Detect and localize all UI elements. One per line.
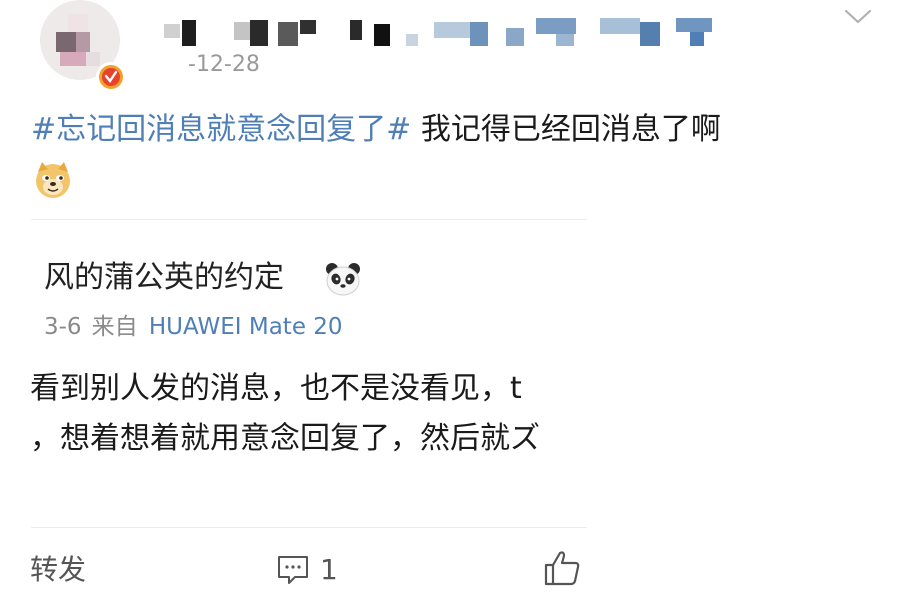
post-time: -12-28	[188, 52, 260, 77]
verified-badge-icon	[96, 62, 126, 92]
reply-content: 看到别人发的消息，也不是没看见，t ，想着想着就用意念回复了，然后就ズ	[30, 364, 587, 464]
weibo-post-screen: -12-28 #忘记回消息就意念回复了# 我记得已经回消息了啊 风的蒲公英的约定	[0, 0, 900, 600]
reply-device-link[interactable]: HUAWEI Mate 20	[149, 314, 343, 340]
doge-emoji	[33, 160, 73, 200]
comment-count: 1	[320, 553, 338, 586]
hashtag-link[interactable]: #忘记回消息就意念回复了#	[31, 112, 411, 147]
reply-author[interactable]: 风的蒲公英的约定	[44, 258, 284, 298]
divider	[31, 527, 587, 528]
thumbs-up-icon	[544, 551, 580, 586]
post-text: #忘记回消息就意念回复了# 我记得已经回消息了啊	[31, 110, 721, 150]
divider	[31, 219, 587, 220]
like-button[interactable]	[542, 548, 582, 588]
comment-icon	[278, 556, 308, 584]
reply-line: 看到别人发的消息，也不是没看见，t	[30, 371, 522, 406]
repost-button[interactable]: 转发	[30, 552, 86, 588]
reply-meta: 3-6 来自 HUAWEI Mate 20	[44, 312, 343, 342]
reply-line: ，想着想着就用意念回复了，然后就ズ	[30, 421, 540, 456]
reply-date: 3-6	[44, 314, 82, 340]
reply-source-label: 来自	[91, 314, 138, 340]
chevron-down-icon[interactable]	[842, 6, 874, 28]
post-body-text: 我记得已经回消息了啊	[411, 112, 721, 147]
panda-emoji	[325, 262, 361, 296]
username-redacted[interactable]	[160, 14, 760, 48]
